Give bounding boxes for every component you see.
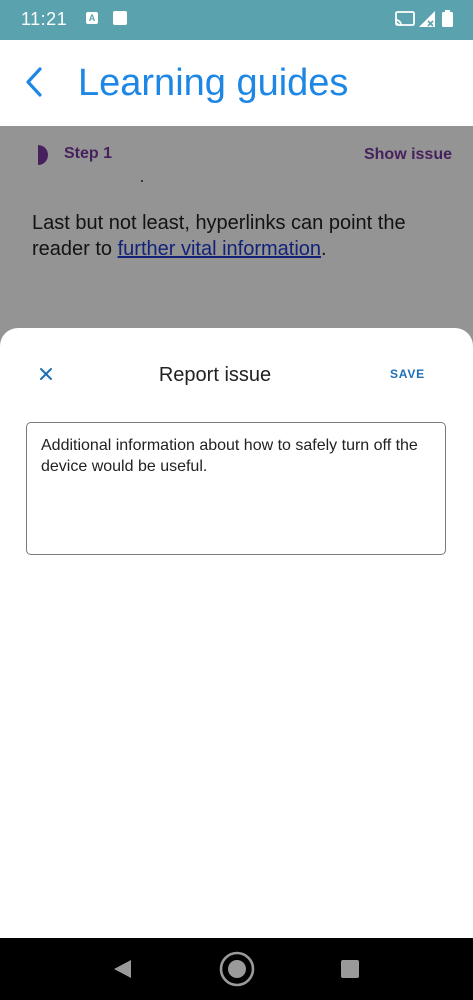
cast-icon [395, 11, 415, 26]
back-button[interactable] [18, 64, 54, 100]
sheet-title: Report issue [158, 364, 272, 386]
status-icons [395, 10, 459, 28]
page-title: Learning guides [78, 62, 349, 104]
app-bar: Learning guides [0, 40, 473, 126]
save-button[interactable]: SAVE [390, 367, 425, 381]
status-time: 11:21 [21, 9, 68, 29]
nav-back-icon[interactable] [112, 958, 134, 980]
issue-textarea[interactable]: Additional information about how to safe… [26, 422, 446, 555]
signal-icon [419, 11, 435, 27]
square-notification-icon [113, 11, 127, 25]
nav-home-icon[interactable] [218, 950, 256, 988]
report-issue-sheet: Report issue SAVE Additional information… [0, 328, 473, 938]
chevron-left-icon [26, 67, 42, 97]
navigation-bar [0, 938, 473, 1000]
nav-recents-icon[interactable] [340, 959, 360, 979]
battery-icon [442, 10, 453, 27]
a-notification-icon: A [86, 12, 98, 24]
status-bar: 11:21 A [0, 0, 473, 40]
